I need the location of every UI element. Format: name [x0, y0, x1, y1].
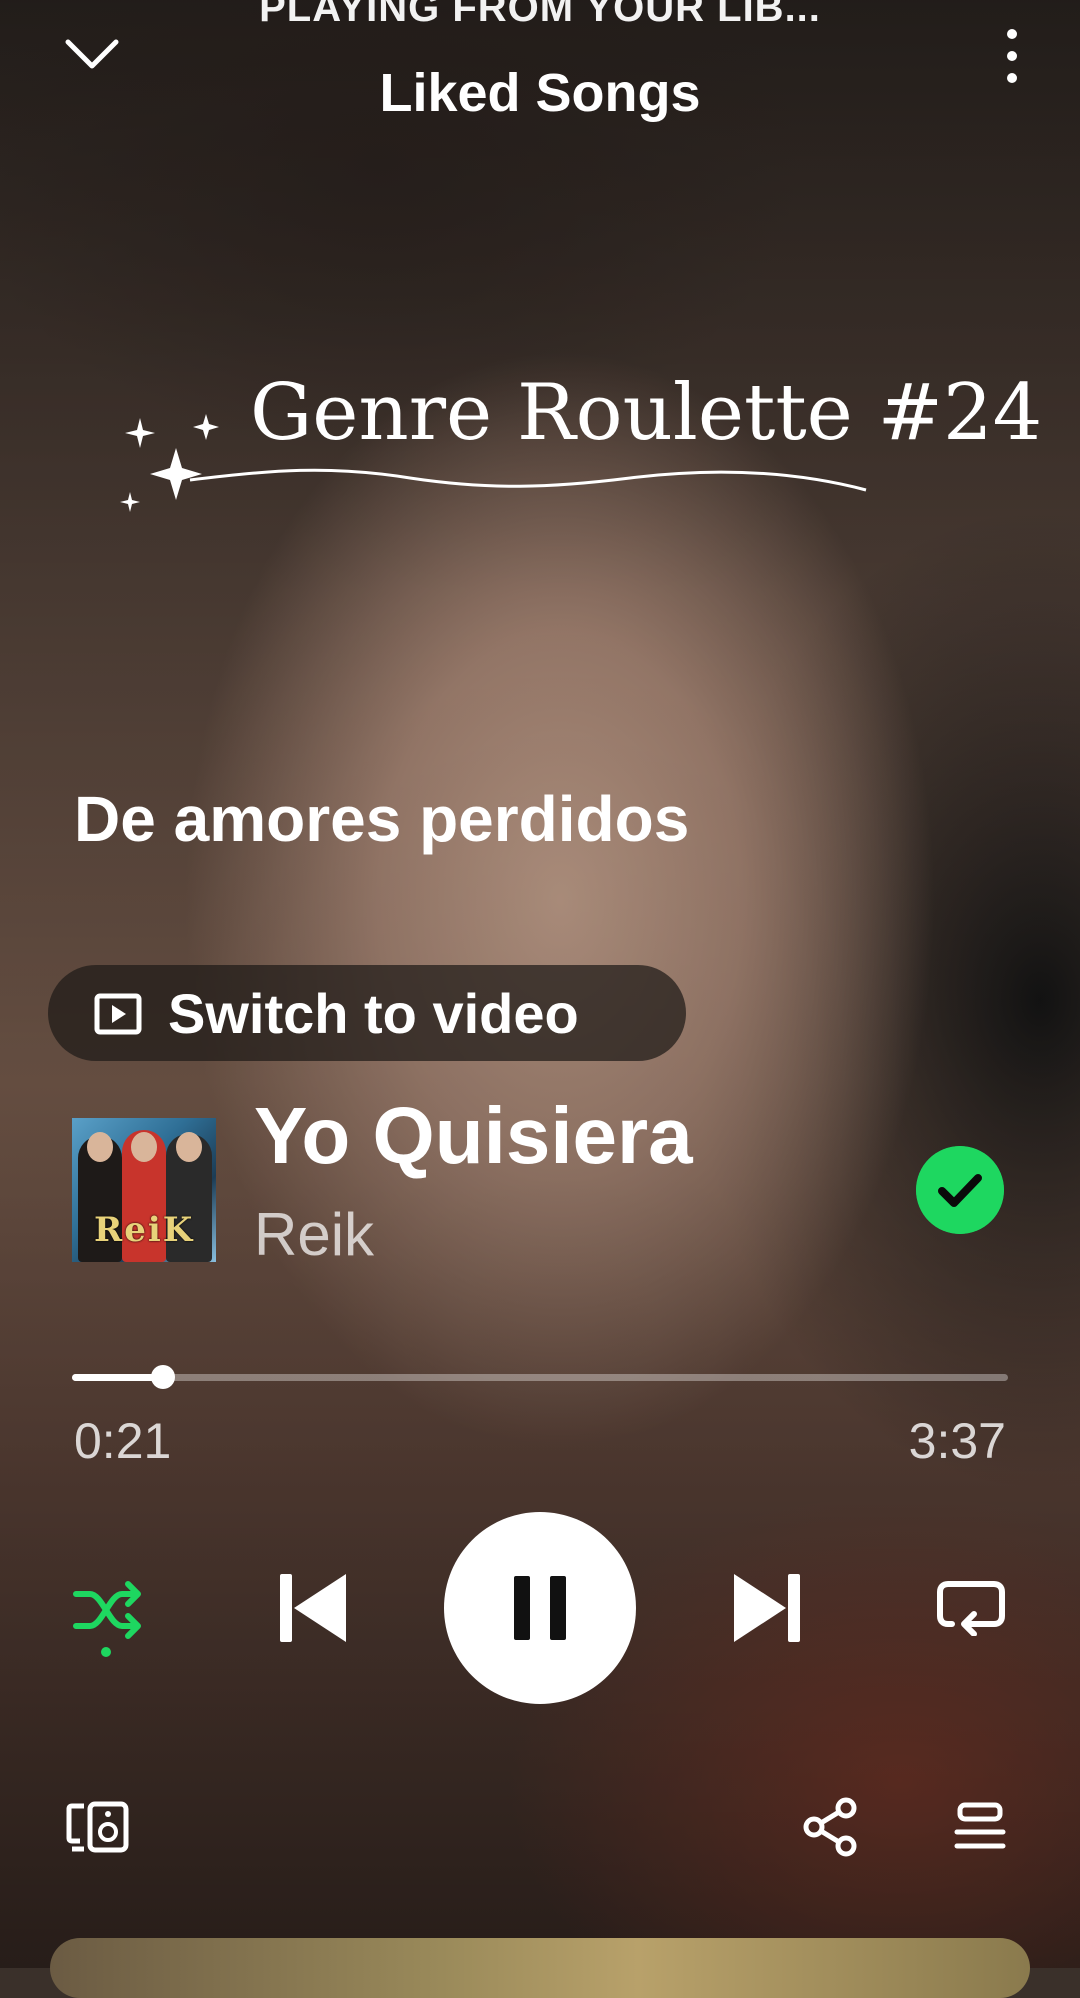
shuffle-icon[interactable]: [72, 1576, 146, 1660]
share-icon[interactable]: [800, 1796, 860, 1858]
pause-icon: [514, 1576, 566, 1640]
canvas-caption: De amores perdidos: [74, 783, 690, 855]
playing-context-label: PLAYING FROM YOUR LIB...: [259, 0, 821, 30]
queue-icon[interactable]: [954, 1802, 1006, 1852]
switch-to-video-button[interactable]: Switch to video: [48, 965, 686, 1061]
track-artist[interactable]: Reik: [254, 1200, 374, 1269]
skip-previous-icon[interactable]: [278, 1570, 348, 1646]
track-title[interactable]: Yo Quisiera: [254, 1090, 693, 1182]
play-pause-button[interactable]: [444, 1512, 636, 1704]
skip-next-icon[interactable]: [732, 1570, 802, 1646]
more-vertical-icon[interactable]: [1002, 26, 1022, 86]
total-time: 3:37: [908, 1413, 1006, 1469]
progress-bar[interactable]: [72, 1365, 1008, 1389]
progress-fill: [72, 1374, 163, 1381]
progress-handle[interactable]: [150, 1365, 175, 1389]
elapsed-time: 0:21: [74, 1413, 172, 1469]
album-cover-logo: ReiK: [94, 1210, 195, 1250]
album-cover[interactable]: ReiK: [72, 1118, 216, 1262]
sparkle-decoration: [120, 414, 867, 512]
playlist-title[interactable]: Liked Songs: [0, 62, 1080, 124]
lyrics-card-peek[interactable]: [50, 1938, 1030, 1998]
chevron-down-icon[interactable]: [64, 34, 120, 74]
check-circle-icon[interactable]: [916, 1146, 1004, 1234]
video-play-icon: [94, 993, 142, 1035]
devices-icon[interactable]: [66, 1800, 130, 1854]
switch-to-video-label: Switch to video: [168, 982, 579, 1045]
repeat-icon[interactable]: [936, 1576, 1006, 1636]
